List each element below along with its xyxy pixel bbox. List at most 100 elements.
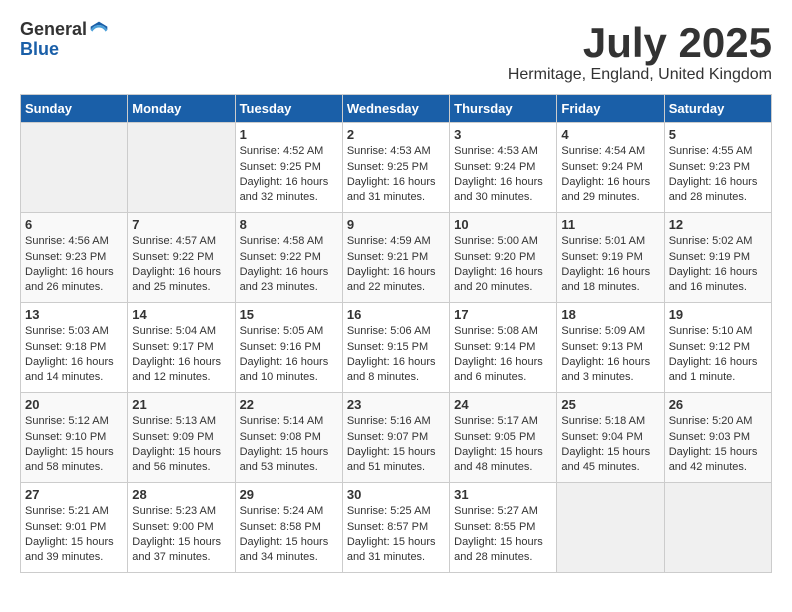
calendar-cell: 6 Sunrise: 4:56 AMSunset: 9:23 PMDayligh… [21,213,128,303]
day-number: 7 [132,217,230,232]
calendar-cell [664,483,771,573]
day-info: Sunrise: 5:24 AMSunset: 8:58 PMDaylight:… [240,504,338,566]
day-number: 18 [561,307,659,322]
calendar-cell: 8 Sunrise: 4:58 AMSunset: 9:22 PMDayligh… [235,213,342,303]
day-header-monday: Monday [128,95,235,123]
day-info: Sunrise: 4:56 AMSunset: 9:23 PMDaylight:… [25,234,123,296]
day-info: Sunrise: 5:18 AMSunset: 9:04 PMDaylight:… [561,414,659,476]
calendar-week-1: 1 Sunrise: 4:52 AMSunset: 9:25 PMDayligh… [21,123,772,213]
calendar-cell: 14 Sunrise: 5:04 AMSunset: 9:17 PMDaylig… [128,303,235,393]
day-info: Sunrise: 4:53 AMSunset: 9:25 PMDaylight:… [347,144,445,206]
calendar-cell: 26 Sunrise: 5:20 AMSunset: 9:03 PMDaylig… [664,393,771,483]
day-number: 30 [347,487,445,502]
day-info: Sunrise: 5:14 AMSunset: 9:08 PMDaylight:… [240,414,338,476]
day-info: Sunrise: 4:52 AMSunset: 9:25 PMDaylight:… [240,144,338,206]
day-info: Sunrise: 5:20 AMSunset: 9:03 PMDaylight:… [669,414,767,476]
calendar-cell [128,123,235,213]
day-number: 28 [132,487,230,502]
day-number: 27 [25,487,123,502]
calendar-cell: 18 Sunrise: 5:09 AMSunset: 9:13 PMDaylig… [557,303,664,393]
day-number: 14 [132,307,230,322]
day-info: Sunrise: 5:13 AMSunset: 9:09 PMDaylight:… [132,414,230,476]
day-header-tuesday: Tuesday [235,95,342,123]
calendar-week-2: 6 Sunrise: 4:56 AMSunset: 9:23 PMDayligh… [21,213,772,303]
logo-general-text: General [20,20,87,40]
month-title: July 2025 [508,20,772,66]
day-number: 8 [240,217,338,232]
logo: General Blue [20,20,109,60]
day-info: Sunrise: 5:05 AMSunset: 9:16 PMDaylight:… [240,324,338,386]
day-info: Sunrise: 5:17 AMSunset: 9:05 PMDaylight:… [454,414,552,476]
calendar-cell: 17 Sunrise: 5:08 AMSunset: 9:14 PMDaylig… [450,303,557,393]
calendar-cell [21,123,128,213]
calendar-cell: 22 Sunrise: 5:14 AMSunset: 9:08 PMDaylig… [235,393,342,483]
calendar-cell: 29 Sunrise: 5:24 AMSunset: 8:58 PMDaylig… [235,483,342,573]
day-info: Sunrise: 5:21 AMSunset: 9:01 PMDaylight:… [25,504,123,566]
day-number: 3 [454,127,552,142]
calendar-cell [557,483,664,573]
day-info: Sunrise: 5:23 AMSunset: 9:00 PMDaylight:… [132,504,230,566]
day-info: Sunrise: 4:59 AMSunset: 9:21 PMDaylight:… [347,234,445,296]
calendar-cell: 13 Sunrise: 5:03 AMSunset: 9:18 PMDaylig… [21,303,128,393]
day-number: 1 [240,127,338,142]
calendar-cell: 15 Sunrise: 5:05 AMSunset: 9:16 PMDaylig… [235,303,342,393]
logo-blue-text: Blue [20,40,109,60]
day-header-friday: Friday [557,95,664,123]
calendar-cell: 7 Sunrise: 4:57 AMSunset: 9:22 PMDayligh… [128,213,235,303]
day-info: Sunrise: 5:25 AMSunset: 8:57 PMDaylight:… [347,504,445,566]
day-info: Sunrise: 5:06 AMSunset: 9:15 PMDaylight:… [347,324,445,386]
day-header-thursday: Thursday [450,95,557,123]
day-info: Sunrise: 4:53 AMSunset: 9:24 PMDaylight:… [454,144,552,206]
day-number: 19 [669,307,767,322]
calendar-week-5: 27 Sunrise: 5:21 AMSunset: 9:01 PMDaylig… [21,483,772,573]
day-number: 31 [454,487,552,502]
day-info: Sunrise: 5:01 AMSunset: 9:19 PMDaylight:… [561,234,659,296]
day-number: 2 [347,127,445,142]
day-info: Sunrise: 5:00 AMSunset: 9:20 PMDaylight:… [454,234,552,296]
day-info: Sunrise: 5:10 AMSunset: 9:12 PMDaylight:… [669,324,767,386]
page-header: General Blue July 2025 Hermitage, Englan… [20,20,772,84]
day-info: Sunrise: 5:27 AMSunset: 8:55 PMDaylight:… [454,504,552,566]
day-number: 5 [669,127,767,142]
calendar-cell: 19 Sunrise: 5:10 AMSunset: 9:12 PMDaylig… [664,303,771,393]
day-info: Sunrise: 5:12 AMSunset: 9:10 PMDaylight:… [25,414,123,476]
logo-icon [89,20,109,40]
calendar-cell: 2 Sunrise: 4:53 AMSunset: 9:25 PMDayligh… [342,123,449,213]
day-header-sunday: Sunday [21,95,128,123]
day-number: 11 [561,217,659,232]
calendar-cell: 3 Sunrise: 4:53 AMSunset: 9:24 PMDayligh… [450,123,557,213]
day-number: 16 [347,307,445,322]
day-number: 29 [240,487,338,502]
calendar-cell: 27 Sunrise: 5:21 AMSunset: 9:01 PMDaylig… [21,483,128,573]
calendar-cell: 23 Sunrise: 5:16 AMSunset: 9:07 PMDaylig… [342,393,449,483]
day-number: 13 [25,307,123,322]
day-number: 9 [347,217,445,232]
calendar-week-4: 20 Sunrise: 5:12 AMSunset: 9:10 PMDaylig… [21,393,772,483]
calendar-cell: 28 Sunrise: 5:23 AMSunset: 9:00 PMDaylig… [128,483,235,573]
day-info: Sunrise: 5:08 AMSunset: 9:14 PMDaylight:… [454,324,552,386]
calendar-cell: 12 Sunrise: 5:02 AMSunset: 9:19 PMDaylig… [664,213,771,303]
header-row: SundayMondayTuesdayWednesdayThursdayFrid… [21,95,772,123]
day-number: 26 [669,397,767,412]
calendar-cell: 20 Sunrise: 5:12 AMSunset: 9:10 PMDaylig… [21,393,128,483]
day-info: Sunrise: 5:02 AMSunset: 9:19 PMDaylight:… [669,234,767,296]
day-info: Sunrise: 5:03 AMSunset: 9:18 PMDaylight:… [25,324,123,386]
calendar-cell: 16 Sunrise: 5:06 AMSunset: 9:15 PMDaylig… [342,303,449,393]
day-header-saturday: Saturday [664,95,771,123]
day-number: 25 [561,397,659,412]
location: Hermitage, England, United Kingdom [508,66,772,84]
day-header-wednesday: Wednesday [342,95,449,123]
day-info: Sunrise: 4:55 AMSunset: 9:23 PMDaylight:… [669,144,767,206]
day-info: Sunrise: 4:57 AMSunset: 9:22 PMDaylight:… [132,234,230,296]
day-number: 15 [240,307,338,322]
day-number: 23 [347,397,445,412]
calendar-week-3: 13 Sunrise: 5:03 AMSunset: 9:18 PMDaylig… [21,303,772,393]
calendar-table: SundayMondayTuesdayWednesdayThursdayFrid… [20,94,772,573]
calendar-cell: 30 Sunrise: 5:25 AMSunset: 8:57 PMDaylig… [342,483,449,573]
day-info: Sunrise: 4:54 AMSunset: 9:24 PMDaylight:… [561,144,659,206]
calendar-cell: 1 Sunrise: 4:52 AMSunset: 9:25 PMDayligh… [235,123,342,213]
day-info: Sunrise: 4:58 AMSunset: 9:22 PMDaylight:… [240,234,338,296]
day-number: 12 [669,217,767,232]
calendar-cell: 10 Sunrise: 5:00 AMSunset: 9:20 PMDaylig… [450,213,557,303]
day-number: 6 [25,217,123,232]
